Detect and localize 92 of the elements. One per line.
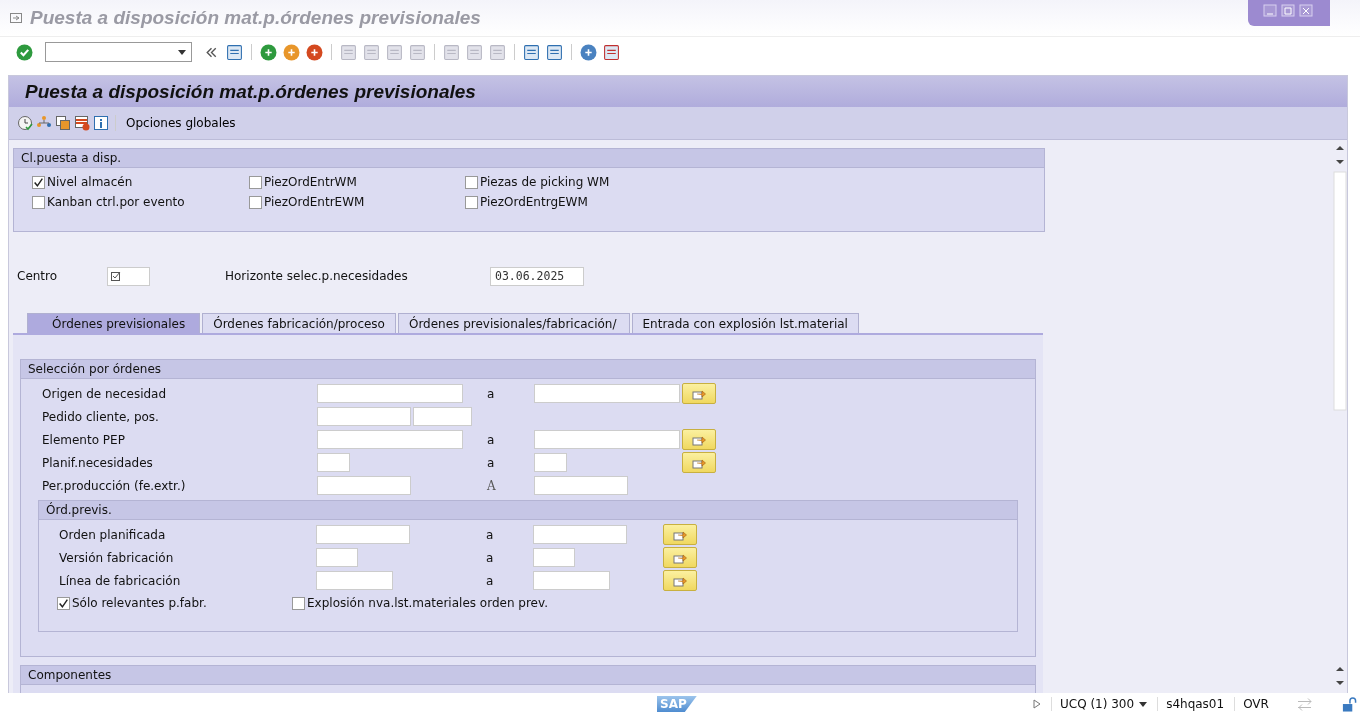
multiple-selection-button[interactable] [663, 524, 697, 545]
menu-icon[interactable] [10, 13, 22, 23]
multiple-selection-button[interactable] [663, 547, 697, 568]
input-field[interactable]: 03.06.2025 [490, 266, 584, 286]
checkbox[interactable] [465, 175, 478, 189]
arrow-box-icon [673, 574, 687, 587]
field-label: Planif.necesidades [41, 455, 154, 470]
input-field[interactable] [533, 571, 610, 590]
global-options-button[interactable]: Opciones globales [122, 114, 240, 132]
input-field[interactable] [316, 571, 393, 590]
input-field[interactable] [317, 430, 463, 449]
tab[interactable]: Entrada con explosión lst.material [631, 313, 859, 333]
checkbox[interactable] [249, 195, 262, 209]
field-label: Per.producción (fe.extr.) [41, 478, 187, 493]
play-icon[interactable] [1033, 699, 1041, 709]
group-title: Componentes [28, 668, 112, 682]
range-separator: a [487, 455, 496, 470]
copy-icon[interactable] [55, 115, 71, 131]
input-field[interactable] [534, 453, 567, 472]
unlock-icon[interactable] [1340, 696, 1357, 712]
checkbox[interactable] [57, 596, 70, 610]
group-title: Selección por órdenes [28, 362, 162, 376]
field-label: Versión fabricación [58, 550, 175, 565]
tab[interactable]: Órdenes fabricación/proceso [202, 313, 396, 333]
transfer-icon[interactable] [1296, 696, 1313, 712]
range-separator: a [486, 573, 495, 588]
checkbox[interactable] [292, 596, 305, 610]
tab[interactable]: Órdenes previsionales [27, 313, 201, 333]
field-label: Línea de fabricación [58, 573, 182, 588]
input-field[interactable] [317, 384, 463, 403]
group-title: Cl.puesta a disp. [21, 151, 122, 165]
checkbox-label: Kanban ctrl.por evento [47, 195, 185, 209]
arrow-box-icon [692, 387, 706, 400]
field-label: Orden planificada [58, 527, 167, 542]
range-separator: A [487, 478, 497, 493]
info-icon[interactable] [93, 115, 109, 131]
multiple-selection-button[interactable] [682, 452, 716, 473]
field-label: Elemento PEP [41, 432, 126, 447]
input-field[interactable] [317, 476, 411, 495]
field-label: Origen de necesidad [41, 386, 168, 401]
field-label: Horizonte selec.p.necesidades [224, 269, 409, 283]
input-field[interactable] [316, 525, 410, 544]
checkbox-label: Nivel almacén [47, 175, 133, 189]
sap-logo: SAP [657, 696, 697, 712]
tab[interactable]: Órdenes previsionales/fabricación/ [397, 313, 630, 333]
window-buttons-icon[interactable] [1262, 3, 1316, 17]
input-field[interactable] [534, 384, 680, 403]
multiple-selection-button[interactable] [682, 383, 716, 404]
window-title: Puesta a disposición mat.p.órdenes previsionales [30, 7, 481, 29]
input-field[interactable] [413, 407, 472, 426]
enter-icon[interactable] [16, 43, 33, 61]
checkbox[interactable] [32, 175, 45, 189]
field-label: Pedido cliente, pos. [41, 409, 160, 424]
group-title: Órd.previs. [46, 503, 112, 517]
command-field[interactable] [45, 42, 192, 62]
checkbox-label: PiezOrdEntrWM [264, 175, 357, 189]
arrow-box-icon [673, 551, 687, 564]
multiple-selection-button[interactable] [682, 429, 716, 450]
caret-icon[interactable] [178, 50, 186, 55]
input-mode: OVR [1234, 697, 1269, 711]
arrow-box-icon [673, 528, 687, 541]
server-name: s4hqas01 [1157, 697, 1225, 711]
screen-title: Puesta a disposición mat.p.órdenes previsionales [25, 80, 476, 103]
input-field[interactable] [534, 476, 628, 495]
dropdown-icon[interactable] [1139, 701, 1148, 707]
checkbox-label: PiezOrdEntrgEWM [480, 195, 588, 209]
input-field[interactable] [317, 453, 350, 472]
range-separator: a [486, 527, 495, 542]
field-label: Centro [16, 269, 59, 283]
checkbox[interactable] [32, 195, 45, 209]
checkbox[interactable] [249, 175, 262, 189]
execute-icon[interactable] [17, 115, 33, 131]
range-separator: a [487, 386, 496, 401]
arrow-box-icon [692, 433, 706, 446]
input-field[interactable] [534, 430, 680, 449]
delete-row-icon[interactable] [74, 115, 90, 131]
input-field[interactable] [317, 407, 411, 426]
checkbox-label: Sólo relevantes p.fabr. [72, 596, 207, 610]
arrow-box-icon [692, 456, 706, 469]
input-field[interactable] [533, 525, 627, 544]
checkbox-label: Explosión nva.lst.materiales orden prev. [307, 596, 548, 610]
multiple-selection-button[interactable] [663, 570, 697, 591]
input-field[interactable] [316, 548, 358, 567]
input-field[interactable] [533, 548, 575, 567]
system-info[interactable]: UCQ (1) 300 [1051, 697, 1148, 711]
checkbox-label: PiezOrdEntrEWM [264, 195, 365, 209]
checkbox-label: Piezas de picking WM [480, 175, 610, 189]
window-controls[interactable] [1248, 0, 1330, 26]
input-field[interactable] [107, 266, 150, 286]
range-separator: a [486, 550, 495, 565]
range-separator: a [487, 432, 496, 447]
checkbox[interactable] [465, 195, 478, 209]
